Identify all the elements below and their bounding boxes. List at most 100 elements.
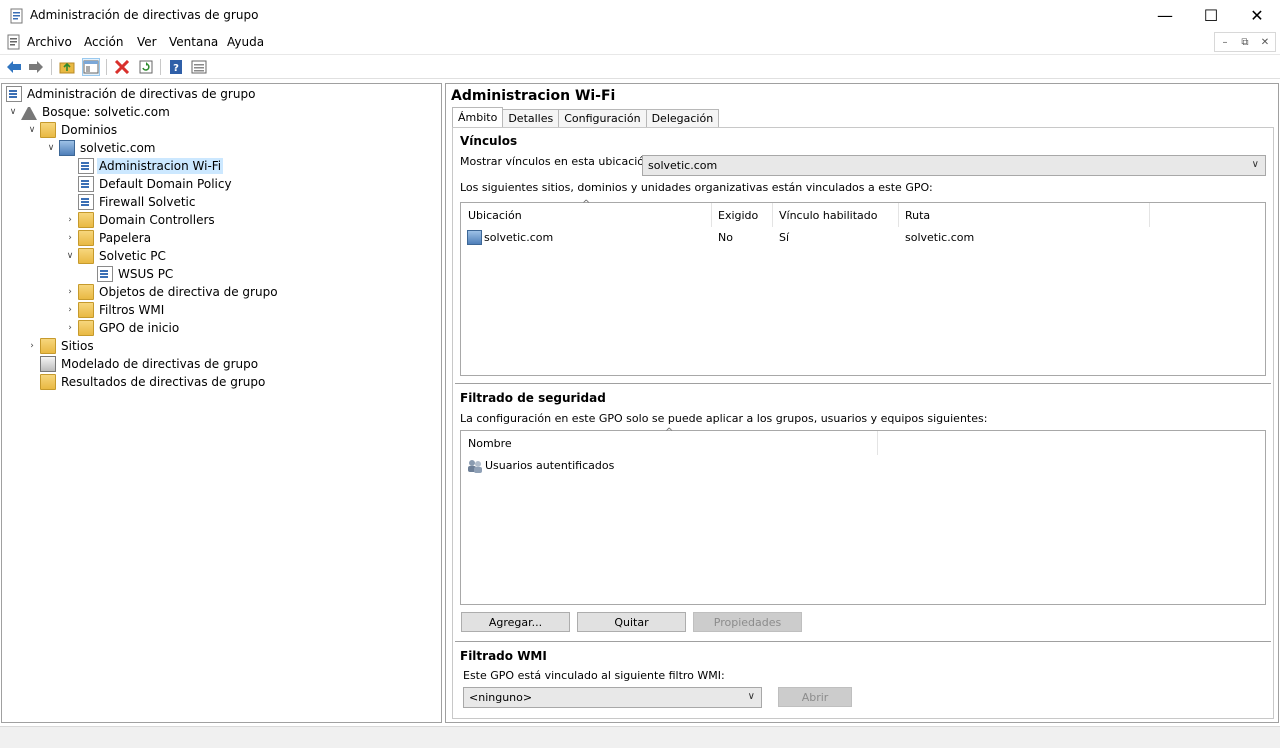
tree-item-label: Sitios	[61, 339, 94, 353]
collapse-chevron-icon[interactable]: ∨	[26, 125, 38, 135]
tree-item-starter-gpos[interactable]: › GPO de inicio	[64, 319, 181, 337]
column-divider[interactable]	[898, 203, 899, 227]
ou-folder-icon	[78, 230, 94, 246]
remove-button[interactable]: Quitar	[577, 612, 686, 632]
back-arrow-icon[interactable]	[5, 58, 23, 76]
menu-ver[interactable]: Ver	[137, 35, 157, 49]
tree-item-papelera[interactable]: › Papelera	[64, 229, 153, 247]
menu-ventana[interactable]: Ventana	[169, 35, 218, 49]
add-button[interactable]: Agregar...	[461, 612, 570, 632]
tree-item-label: Firewall Solvetic	[99, 195, 196, 209]
menu-accion[interactable]: Acción	[84, 35, 123, 49]
wmi-filter-dropdown[interactable]: <ninguno> ∨	[463, 687, 762, 708]
tree-item-gpo-objects[interactable]: › Objetos de directiva de grupo	[64, 283, 280, 301]
column-divider[interactable]	[1149, 203, 1150, 227]
expand-chevron-icon[interactable]: ›	[64, 305, 76, 315]
sites-icon	[40, 338, 56, 354]
menu-archivo[interactable]: Archivo	[27, 35, 72, 49]
collapse-chevron-icon[interactable]: ∨	[7, 107, 19, 117]
tree-item-gpo-wsus[interactable]: WSUS PC	[95, 265, 175, 283]
links-list[interactable]: ^ Ubicación Exigido Vínculo habilitado R…	[460, 199, 1266, 376]
tree-item-domain-controllers[interactable]: › Domain Controllers	[64, 211, 217, 229]
column-header-link-enabled[interactable]: Vínculo habilitado	[779, 209, 877, 222]
maximize-button[interactable]: ☐	[1188, 0, 1234, 31]
tree-item-gpo-default[interactable]: Default Domain Policy	[76, 175, 234, 193]
tree-item-label: Bosque: solvetic.com	[42, 105, 170, 119]
tree-item-gpo-firewall[interactable]: Firewall Solvetic	[76, 193, 197, 211]
gpo-link-icon	[78, 158, 94, 174]
tab-detalles[interactable]: Detalles	[502, 109, 560, 127]
mdi-restore-button[interactable]: ⧉	[1235, 33, 1255, 51]
window-title: Administración de directivas de grupo	[30, 8, 259, 22]
modeling-icon	[40, 356, 56, 372]
properties-button[interactable]: Propiedades	[693, 612, 802, 632]
up-folder-icon[interactable]	[58, 58, 76, 76]
cell-enforced: No	[718, 231, 733, 244]
tree-item-label: Modelado de directivas de grupo	[61, 357, 259, 371]
tab-delegacion[interactable]: Delegación	[645, 109, 720, 127]
tree-item-results[interactable]: Resultados de directivas de grupo	[38, 373, 267, 391]
tree-item-solvetic-pc[interactable]: ∨ Solvetic PC	[64, 247, 168, 265]
users-group-icon	[468, 460, 482, 473]
expand-chevron-icon[interactable]: ›	[26, 341, 38, 351]
list-item[interactable]: Usuarios autentificados	[461, 457, 1265, 475]
location-dropdown[interactable]: solvetic.com ∨	[642, 155, 1266, 176]
tree-item-domains[interactable]: ∨ Dominios	[26, 121, 119, 139]
cell-name: Usuarios autentificados	[485, 459, 615, 472]
tree-item-modeling[interactable]: Modelado de directivas de grupo	[38, 355, 260, 373]
tree-item-root[interactable]: Administración de directivas de grupo	[4, 85, 257, 103]
mdi-minimize-button[interactable]: –	[1215, 33, 1235, 51]
section-divider	[455, 641, 1271, 642]
tab-configuracion[interactable]: Configuración	[558, 109, 647, 127]
gpo-container-icon	[78, 284, 94, 300]
tree-item-domain[interactable]: ∨ solvetic.com	[45, 139, 158, 157]
refresh-icon[interactable]	[137, 58, 155, 76]
column-divider[interactable]	[877, 431, 878, 455]
menu-bar: Archivo Acción Ver Ventana Ayuda – ⧉ ✕	[0, 31, 1280, 53]
collapse-chevron-icon[interactable]: ∨	[64, 251, 76, 261]
menu-ayuda[interactable]: Ayuda	[227, 35, 264, 49]
collapse-chevron-icon[interactable]: ∨	[45, 143, 57, 153]
column-divider[interactable]	[711, 203, 712, 227]
cell-path: solvetic.com	[905, 231, 975, 244]
column-header-name[interactable]: Nombre	[468, 437, 512, 450]
delete-icon[interactable]	[113, 58, 131, 76]
tree-item-label: Administración de directivas de grupo	[27, 87, 256, 101]
forward-arrow-icon[interactable]	[27, 58, 45, 76]
sort-ascending-icon: ^	[582, 199, 591, 210]
chevron-down-icon: ∨	[1251, 159, 1259, 170]
toolbar-separator	[51, 59, 52, 75]
tree-item-wmi-filters[interactable]: › Filtros WMI	[64, 301, 166, 319]
minimize-button[interactable]: —	[1142, 0, 1188, 31]
column-header-path[interactable]: Ruta	[905, 209, 930, 222]
help-icon[interactable]: ?	[167, 58, 185, 76]
expand-chevron-icon[interactable]: ›	[64, 233, 76, 243]
expand-chevron-icon[interactable]: ›	[64, 287, 76, 297]
properties-icon[interactable]	[190, 58, 208, 76]
expand-chevron-icon[interactable]: ›	[64, 323, 76, 333]
expand-chevron-icon[interactable]: ›	[64, 215, 76, 225]
wmi-filter-value: <ninguno>	[469, 691, 533, 704]
tab-ambito[interactable]: Ámbito	[452, 107, 504, 127]
security-filtering-heading: Filtrado de seguridad	[460, 391, 606, 405]
table-row[interactable]: solvetic.com No Sí solvetic.com	[461, 229, 1265, 247]
tree-item-gpo-wifi[interactable]: Administracion Wi-Fi	[76, 157, 224, 175]
results-icon	[40, 374, 56, 390]
column-header-enforced[interactable]: Exigido	[718, 209, 758, 222]
column-divider[interactable]	[772, 203, 773, 227]
security-filtering-list[interactable]: ^ Nombre Usuarios autentificados	[460, 427, 1266, 605]
mdi-close-button[interactable]: ✕	[1255, 33, 1275, 51]
close-button[interactable]: ✕	[1234, 0, 1280, 31]
ou-folder-icon	[78, 212, 94, 228]
tree-item-forest[interactable]: ∨ Bosque: solvetic.com	[7, 103, 172, 121]
tree-item-label: Domain Controllers	[99, 213, 215, 227]
tree-item-sites[interactable]: › Sitios	[26, 337, 96, 355]
column-header-location[interactable]: Ubicación	[468, 209, 522, 222]
system-menu-icon[interactable]	[6, 34, 22, 50]
show-hide-tree-icon[interactable]	[82, 58, 100, 76]
folder-icon	[40, 122, 56, 138]
gpmc-icon	[6, 86, 22, 102]
domain-icon	[59, 140, 75, 156]
open-button[interactable]: Abrir	[778, 687, 852, 707]
forest-icon	[21, 104, 37, 120]
